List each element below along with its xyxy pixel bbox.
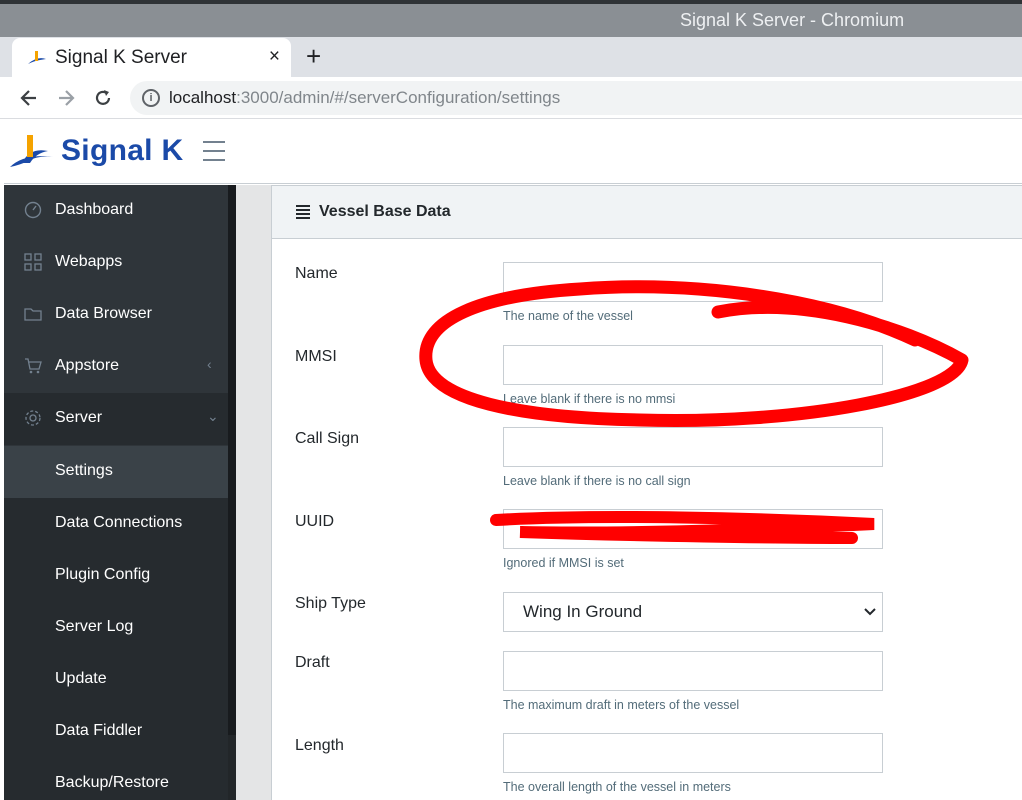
- site-info-icon[interactable]: i: [142, 89, 160, 107]
- url-path: :3000/admin/#/serverConfiguration/settin…: [236, 88, 561, 107]
- mmsi-help: Leave blank if there is no mmsi: [503, 392, 676, 406]
- back-arrow-icon[interactable]: [19, 88, 39, 108]
- name-help: The name of the vessel: [503, 309, 633, 323]
- url-host: localhost: [169, 88, 237, 107]
- length-label: Length: [295, 737, 344, 754]
- callsign-field[interactable]: [503, 427, 883, 467]
- sidebar-toggle-icon[interactable]: [203, 141, 225, 163]
- new-tab-button[interactable]: +: [306, 41, 321, 72]
- sidebar-item-label: Appstore: [55, 357, 120, 374]
- length-help: The overall length of the vessel in mete…: [503, 780, 731, 794]
- browser-toolbar: i localhost:3000/admin/#/serverConfigura…: [0, 77, 1022, 119]
- callsign-label: Call Sign: [295, 430, 360, 447]
- sidebar-item-update[interactable]: Update: [4, 654, 228, 706]
- chevron-left-icon: ‹: [207, 356, 212, 372]
- sidebar-item-webapps[interactable]: Webapps: [4, 237, 228, 289]
- sidebar-item-label: Backup/Restore: [55, 774, 169, 791]
- sidebar-item-label: Webapps: [55, 253, 123, 270]
- browser-tab[interactable]: Signal K Server ×: [12, 38, 291, 77]
- brand-name[interactable]: Signal K: [61, 134, 183, 168]
- callsign-help: Leave blank if there is no call sign: [503, 474, 691, 488]
- sidebar-item-label: Server: [55, 409, 103, 426]
- uuid-help: Ignored if MMSI is set: [503, 556, 624, 570]
- sidebar-item-data-connections[interactable]: Data Connections: [4, 498, 228, 550]
- chevron-down-icon: [864, 608, 876, 616]
- url-text: localhost:3000/admin/#/serverConfigurati…: [169, 88, 560, 108]
- list-icon: [296, 205, 310, 219]
- window-titlebar: Signal K Server - Chromium: [0, 4, 1022, 37]
- sidebar-item-label: Plugin Config: [55, 566, 151, 583]
- shiptype-label: Ship Type: [295, 595, 366, 612]
- signalk-favicon-icon: [28, 51, 46, 64]
- uuid-field[interactable]: [503, 509, 883, 549]
- tab-close-icon[interactable]: ×: [269, 46, 280, 68]
- card-header: Vessel Base Data: [272, 185, 1022, 239]
- sidebar-item-settings[interactable]: Settings: [4, 446, 228, 498]
- mmsi-label: MMSI: [295, 348, 337, 365]
- sidebar-item-data-fiddler[interactable]: Data Fiddler: [4, 706, 228, 758]
- name-label: Name: [295, 265, 338, 282]
- app-header: Signal K: [4, 120, 1022, 184]
- sidebar-item-appstore[interactable]: Appstore ‹: [4, 341, 228, 393]
- sidebar: Dashboard Webapps Data Browser Appstore …: [4, 185, 236, 800]
- draft-label: Draft: [295, 654, 330, 671]
- reload-icon[interactable]: [93, 88, 113, 108]
- draft-field[interactable]: [503, 651, 883, 691]
- sidebar-scrollbar-thumb[interactable]: [228, 185, 236, 735]
- sidebar-item-backup-restore[interactable]: Backup/Restore: [4, 758, 228, 800]
- tab-strip: Signal K Server × +: [0, 37, 1022, 77]
- sidebar-item-plugin-config[interactable]: Plugin Config: [4, 550, 228, 602]
- sidebar-item-label: Server Log: [55, 618, 134, 635]
- speedometer-icon: [24, 201, 42, 219]
- name-field[interactable]: [503, 262, 883, 302]
- chevron-down-icon: ⌄: [207, 408, 219, 424]
- sidebar-item-label: Data Browser: [55, 305, 152, 322]
- ship-type-select[interactable]: Wing In Ground: [503, 592, 883, 632]
- ship-type-value: Wing In Ground: [523, 602, 643, 621]
- tab-title: Signal K Server: [55, 47, 188, 68]
- grid-icon: [24, 253, 42, 271]
- folder-icon: [24, 308, 42, 321]
- forward-arrow-icon[interactable]: [56, 88, 76, 108]
- sidebar-item-server[interactable]: Server ⌄: [4, 393, 228, 445]
- gear-icon: [25, 410, 41, 426]
- cart-icon: [25, 358, 42, 374]
- signalk-logo-icon[interactable]: [8, 133, 58, 169]
- card-title: Vessel Base Data: [319, 203, 451, 220]
- sidebar-item-data-browser[interactable]: Data Browser: [4, 289, 228, 341]
- uuid-label: UUID: [295, 513, 335, 530]
- sidebar-item-label: Data Connections: [55, 514, 183, 531]
- sidebar-item-label: Data Fiddler: [55, 722, 143, 739]
- window-title: Signal K Server - Chromium: [680, 10, 905, 30]
- sidebar-item-label: Settings: [55, 462, 113, 479]
- mmsi-field[interactable]: [503, 345, 883, 385]
- sidebar-item-server-log[interactable]: Server Log: [4, 602, 228, 654]
- sidebar-item-dashboard[interactable]: Dashboard: [4, 185, 228, 237]
- address-bar[interactable]: i localhost:3000/admin/#/serverConfigura…: [130, 81, 1022, 115]
- sidebar-item-label: Update: [55, 670, 107, 687]
- sidebar-item-label: Dashboard: [55, 201, 134, 218]
- draft-help: The maximum draft in meters of the vesse…: [503, 698, 740, 712]
- length-field[interactable]: [503, 733, 883, 773]
